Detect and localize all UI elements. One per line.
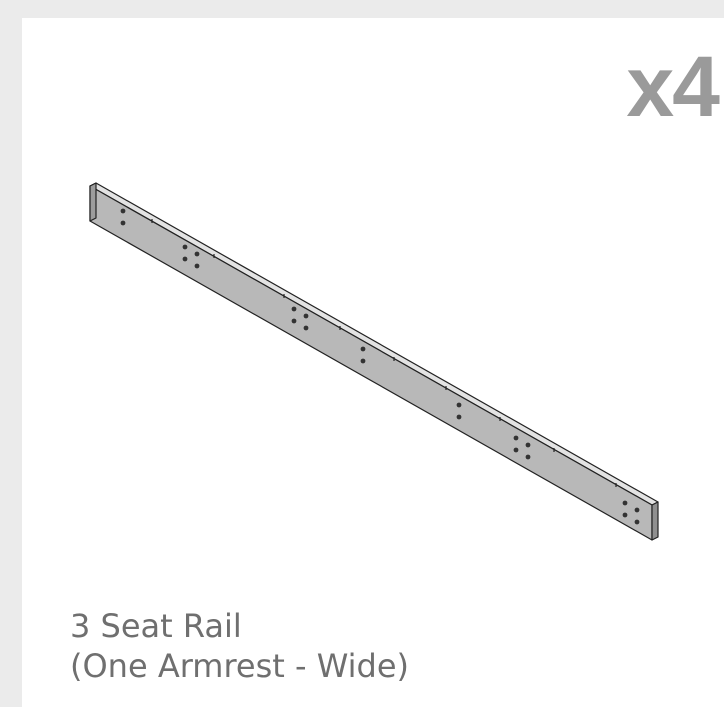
part-name-line-2: (One Armrest - Wide): [70, 647, 410, 685]
rail-front-face: [89, 185, 653, 541]
seat-rail-illustration: [89, 182, 659, 541]
rail-top-face: [89, 182, 659, 506]
rail-left-end: [89, 182, 97, 222]
part-name: 3 Seat Rail (One Armrest - Wide): [70, 606, 409, 686]
part-card: x4 3 Seat Rail (One Armrest - Wide): [22, 18, 724, 707]
quantity-label: x4: [626, 39, 720, 135]
rail-end-cap: [651, 501, 659, 541]
part-name-line-1: 3 Seat Rail: [70, 607, 242, 645]
seat-rail: [89, 182, 659, 541]
